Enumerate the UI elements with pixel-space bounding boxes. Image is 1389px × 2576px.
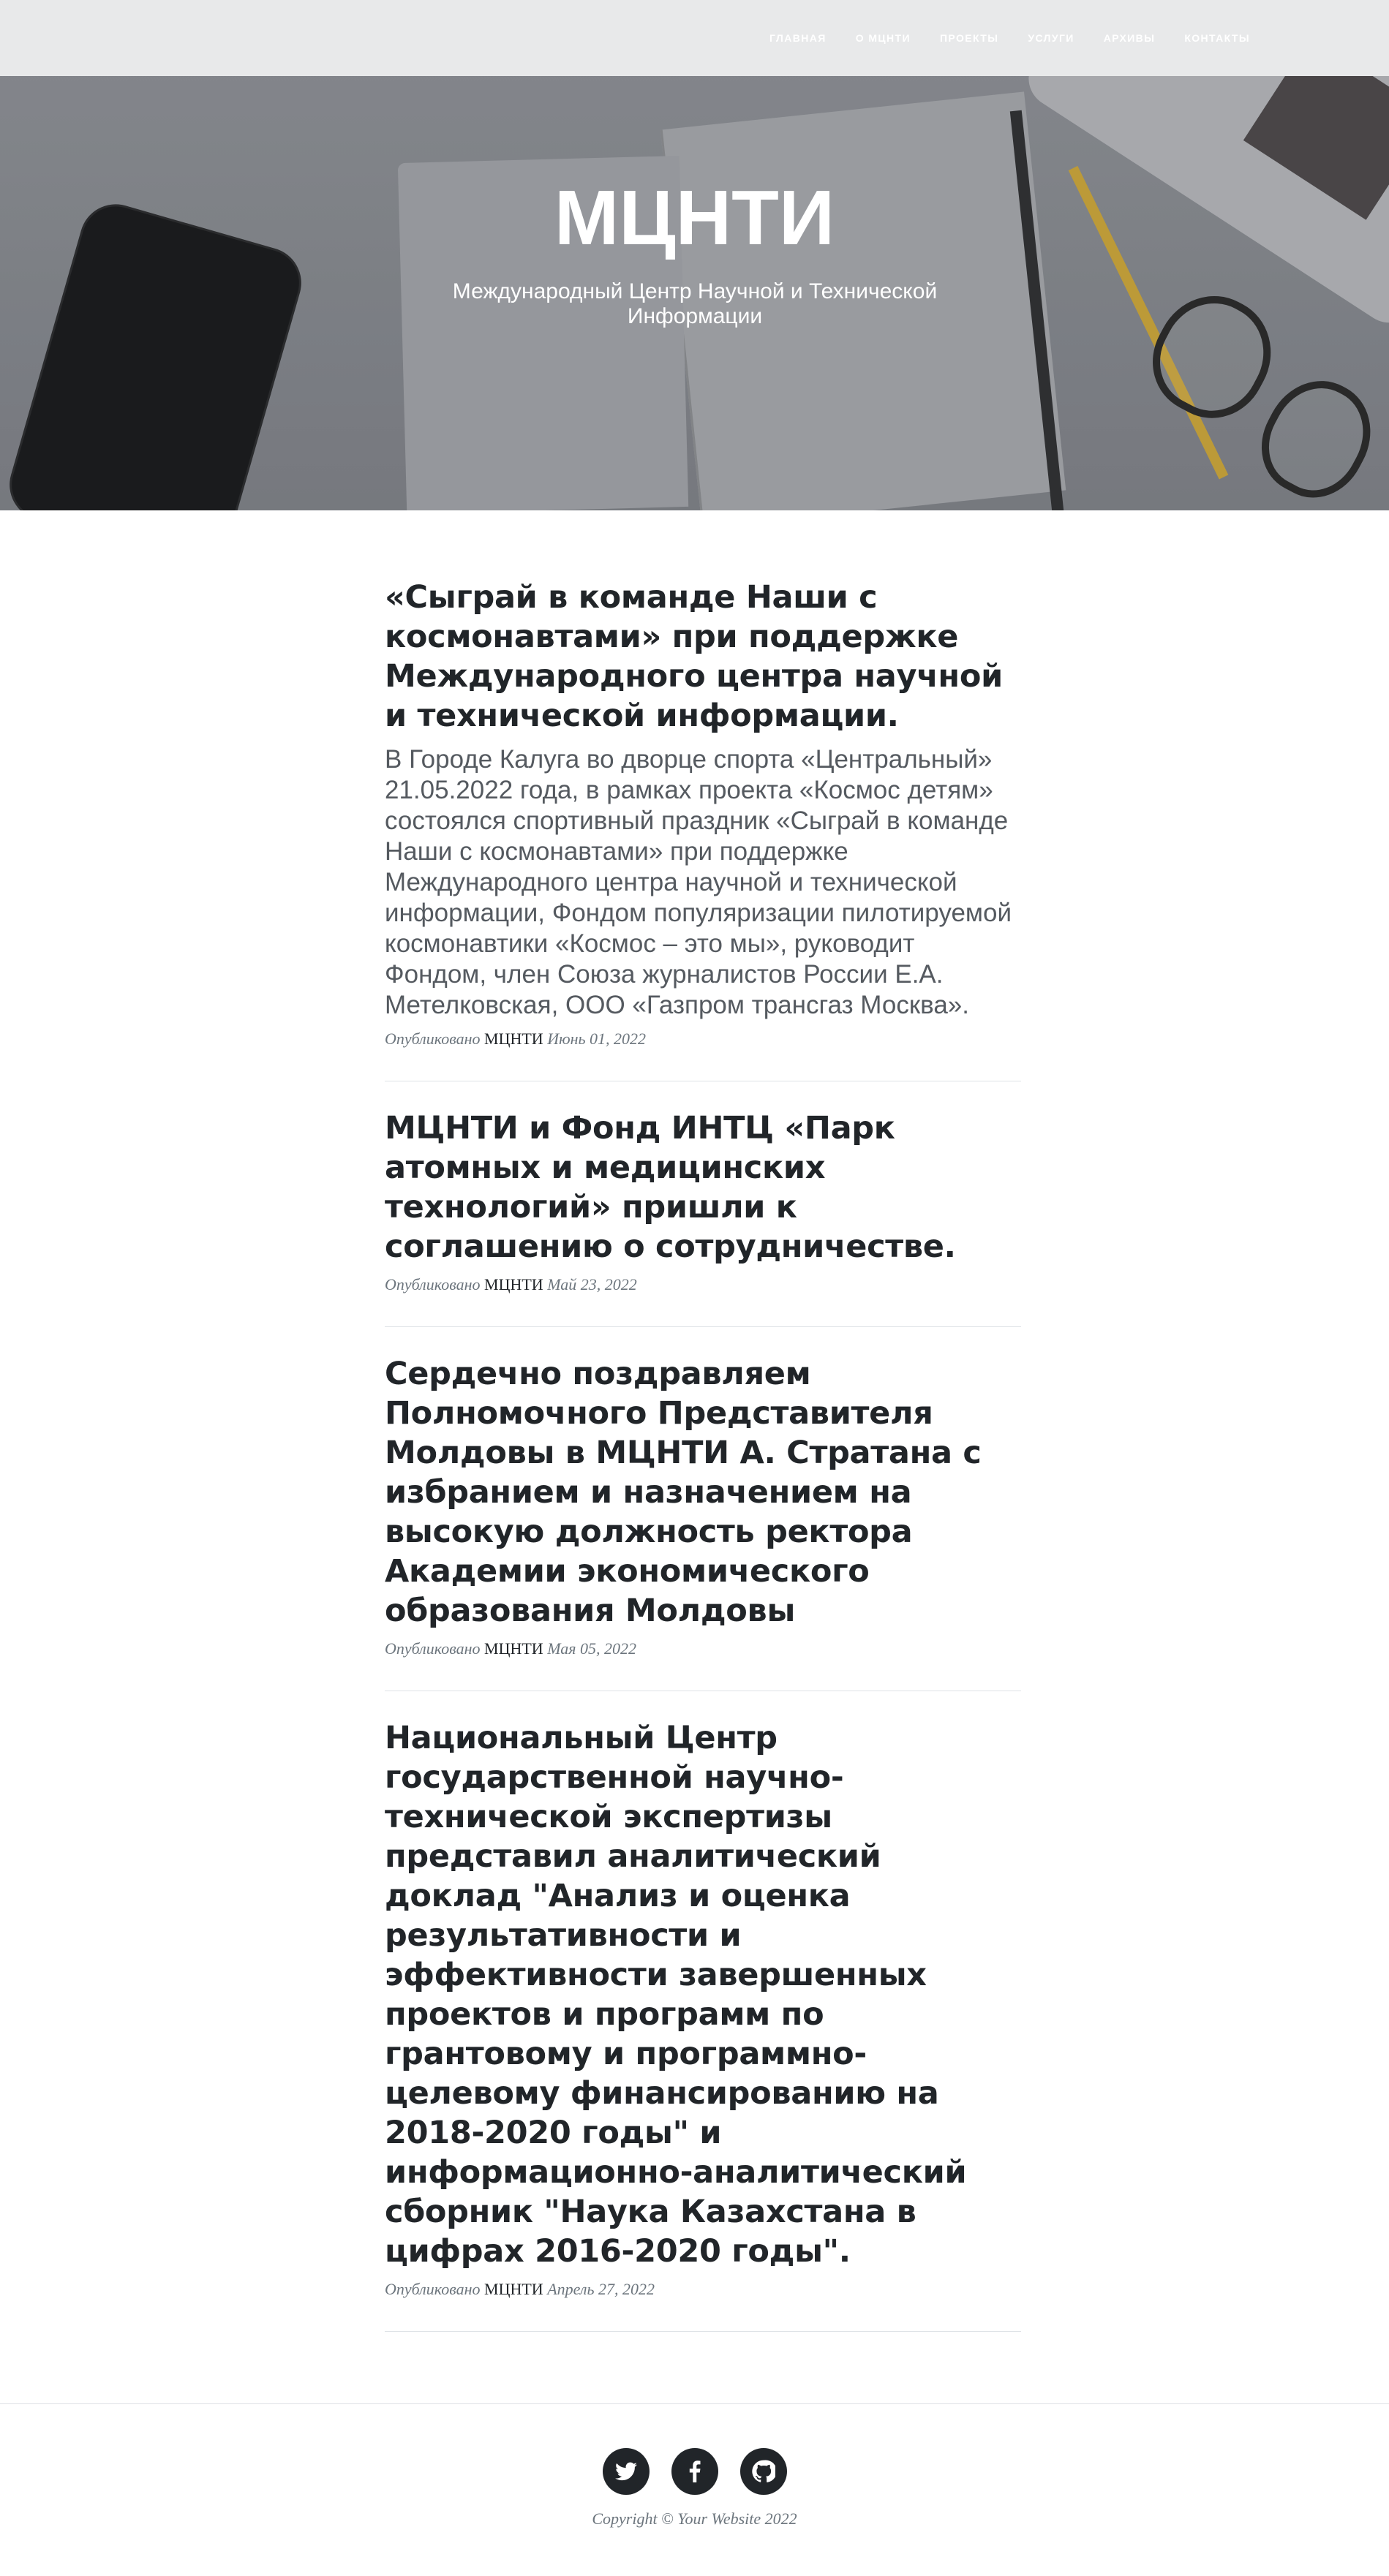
github-button[interactable] (739, 2448, 787, 2495)
post-preview: Национальный Центр государственной научн… (385, 1691, 1021, 2332)
post-preview: «Сыграй в команде Наши с космонавтами» п… (385, 578, 1021, 1081)
post-author-link[interactable]: МЦНТИ (484, 1639, 543, 1658)
post-meta-prefix: Опубликовано (385, 1275, 481, 1293)
post-title[interactable]: МЦНТИ и Фонд ИНТЦ «Парк атомных и медици… (385, 1108, 1021, 1266)
post-meta: Опубликовано МЦНТИ Июнь 01, 2022 (385, 1030, 1021, 1049)
post-author-link[interactable]: МЦНТИ (484, 1275, 543, 1293)
site-subtitle: Международный Центр Научной и Техническо… (452, 279, 938, 328)
copyright-text: Copyright © Your Website 2022 (592, 2509, 797, 2528)
post-date: Июнь 01, 2022 (547, 1030, 647, 1048)
nav-link-contacts[interactable]: КОНТАКТЫ (1184, 32, 1250, 44)
facebook-button[interactable] (671, 2448, 718, 2495)
main-nav: ГЛАВНАЯ О МЦНТИ ПРОЕКТЫ УСЛУГИ АРХИВЫ КО… (740, 0, 1250, 76)
nav-link-about[interactable]: О МЦНТИ (856, 32, 911, 44)
post-author-link[interactable]: МЦНТИ (484, 1030, 543, 1048)
twitter-button[interactable] (602, 2448, 650, 2495)
post-date: Апрель 27, 2022 (547, 2280, 655, 2298)
nav-link-projects[interactable]: ПРОЕКТЫ (940, 32, 998, 44)
post-author-link[interactable]: МЦНТИ (484, 2280, 543, 2298)
post-title[interactable]: Национальный Центр государственной научн… (385, 1718, 1021, 2271)
masthead: ГЛАВНАЯ О МЦНТИ ПРОЕКТЫ УСЛУГИ АРХИВЫ КО… (0, 0, 1389, 510)
nav-link-home[interactable]: ГЛАВНАЯ (769, 32, 827, 44)
nav-link-services[interactable]: УСЛУГИ (1028, 32, 1074, 44)
twitter-icon (614, 2462, 637, 2481)
post-date: Май 23, 2022 (547, 1275, 637, 1293)
post-title[interactable]: Сердечно поздравляем Полномочного Предст… (385, 1354, 1021, 1631)
post-list: «Сыграй в команде Наши с космонавтами» п… (385, 578, 1021, 2332)
footer-divider (0, 2403, 1389, 2404)
post-meta-prefix: Опубликовано (385, 1639, 481, 1658)
post-preview: МЦНТИ и Фонд ИНТЦ «Парк атомных и медици… (385, 1081, 1021, 1327)
post-preview: Сердечно поздравляем Полномочного Предст… (385, 1327, 1021, 1691)
post-meta-prefix: Опубликовано (385, 2280, 481, 2298)
post-meta-prefix: Опубликовано (385, 1030, 481, 1048)
site-title: МЦНТИ (554, 175, 835, 261)
github-icon (751, 2460, 775, 2482)
post-meta: Опубликовано МЦНТИ Мая 05, 2022 (385, 1639, 1021, 1658)
nav-link-archives[interactable]: АРХИВЫ (1104, 32, 1156, 44)
post-date: Мая 05, 2022 (547, 1639, 636, 1658)
facebook-icon (689, 2460, 700, 2482)
post-subtitle: В Городе Калуга во дворце спорта «Центра… (385, 745, 1012, 1019)
post-meta: Опубликовано МЦНТИ Апрель 27, 2022 (385, 2280, 1021, 2299)
post-meta: Опубликовано МЦНТИ Май 23, 2022 (385, 1275, 1021, 1294)
social-links (0, 2448, 1389, 2495)
post-title[interactable]: «Сыграй в команде Наши с космонавтами» п… (385, 578, 1021, 736)
